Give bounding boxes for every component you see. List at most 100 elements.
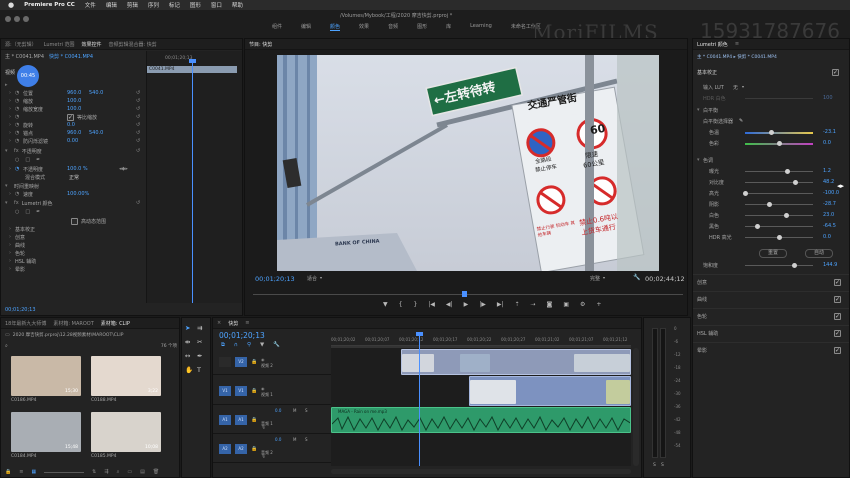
menu-item[interactable]: 帮助 (232, 1, 243, 9)
workspace-tab[interactable]: 图形 (417, 23, 427, 31)
blend-mode-select[interactable]: 正常 (69, 174, 79, 181)
reset-icon[interactable]: ↺ (136, 90, 140, 96)
ec-lumetri-item[interactable]: › 曲线 (1, 241, 146, 249)
stopwatch-icon[interactable]: ◔ (15, 90, 23, 96)
tab-menu-icon[interactable]: ≡ (735, 41, 739, 47)
close-window-icon[interactable] (5, 16, 11, 22)
lumetri-section-checkbox[interactable] (834, 313, 841, 320)
program-quality-select[interactable]: 完整 ▾ (590, 275, 605, 282)
lumetri-section-checkbox[interactable] (834, 347, 841, 354)
menu-item[interactable]: 序列 (148, 1, 159, 9)
tone-header[interactable]: ▾ 色调 (693, 156, 849, 164)
timeline-playhead-head[interactable] (416, 332, 423, 336)
ec-param-value[interactable]: 0.00 (67, 138, 89, 144)
eye-icon[interactable]: ◉ (261, 386, 265, 391)
tab-effect-controls[interactable]: Lumetri 范围 (44, 41, 75, 48)
lock-icon[interactable]: 🔒 (251, 359, 257, 365)
tone-1-value[interactable]: 48.2 (823, 179, 834, 185)
basic-correction-header[interactable]: 基本校正 (693, 68, 849, 76)
stopwatch-icon[interactable]: ◔ (15, 122, 23, 128)
delete-icon[interactable]: 🗑 (153, 469, 159, 475)
tone-4-knob[interactable] (784, 213, 790, 218)
timeline-timecode[interactable]: 00;01;20;13 (219, 331, 265, 340)
menu-item[interactable]: 文件 (85, 1, 96, 9)
lock-icon[interactable]: 🔒 (251, 417, 257, 423)
pen-mask-icon[interactable]: ✒ (36, 209, 40, 215)
tint-knob[interactable] (776, 141, 782, 146)
workspace-tab[interactable]: 编辑 (301, 23, 311, 31)
rectangle-mask-icon[interactable]: □ (25, 209, 30, 215)
hand-tool-icon[interactable]: ✋ (185, 366, 197, 374)
track-id[interactable]: V2 (235, 356, 247, 367)
tone-3-value[interactable]: -28.7 (823, 201, 836, 207)
lumetri-section-checkbox[interactable] (834, 330, 841, 337)
reset-icon[interactable]: ↺ (136, 98, 140, 104)
opacity-value[interactable]: 100.0 % (67, 166, 88, 172)
go-to-out-icon[interactable]: ▶| (497, 301, 504, 308)
uniform-scale-checkbox[interactable] (67, 113, 74, 121)
ellipse-mask-icon[interactable]: ○ (15, 209, 19, 215)
type-tool-icon[interactable]: T (197, 366, 209, 374)
track-volume[interactable]: 0.0 (275, 437, 281, 442)
hdr-white-slider[interactable] (745, 98, 813, 99)
play-icon[interactable]: ▶ (464, 301, 469, 308)
tab-lumetri-color[interactable]: Lumetri 颜色 (697, 41, 728, 48)
stopwatch-icon[interactable]: ◔ (15, 130, 23, 136)
stopwatch-icon[interactable]: ◔ (15, 138, 23, 144)
workspace-tab[interactable]: 效果 (359, 23, 369, 31)
workspace-tab[interactable]: 库 (446, 23, 451, 31)
apple-icon[interactable]: ● (8, 1, 14, 9)
tone-0-knob[interactable] (784, 169, 790, 174)
tab-effect-controls[interactable]: 源:（无剪辑） (5, 41, 37, 48)
lock-icon[interactable]: 🔒 (251, 446, 257, 452)
tone-2-value[interactable]: -100.0 (823, 190, 839, 196)
lumetri-header[interactable]: 主 * C0041.MP4 ▸ 快剪 * C0041.MP4 (697, 54, 777, 60)
track-select-tool-icon[interactable]: ⇉ (197, 324, 209, 332)
eyedropper-icon[interactable]: ✎ (739, 118, 743, 124)
program-playhead[interactable] (461, 291, 467, 297)
v2-clip[interactable] (401, 349, 631, 375)
pen-tool-icon[interactable]: ✒ (197, 352, 209, 360)
tone-3-slider[interactable] (745, 202, 813, 207)
track-target[interactable]: A2 (219, 444, 231, 454)
track-id[interactable]: A1 (235, 415, 247, 425)
hdr-white-value[interactable]: 100 (823, 95, 833, 101)
list-view-icon[interactable]: ≡ (19, 469, 23, 475)
lumetri-section-checkbox[interactable] (834, 296, 841, 303)
tone-6-value[interactable]: 0.0 (823, 234, 831, 240)
solo-button[interactable]: S (305, 408, 308, 413)
compare-icon[interactable]: ▣ (563, 301, 569, 308)
reset-icon[interactable]: ↺ (136, 200, 140, 206)
speed-value[interactable]: 100.00% (67, 191, 89, 197)
ec-playhead[interactable] (192, 61, 193, 303)
ec-lumetri-item[interactable]: › 基本校正 (1, 225, 146, 233)
temperature-slider[interactable] (745, 130, 813, 135)
saturation-slider[interactable] (745, 263, 813, 268)
ec-param-value[interactable]: 100.0 (67, 106, 89, 112)
lumetri-section-header[interactable]: 曲线 (693, 291, 849, 307)
temperature-knob[interactable] (768, 130, 774, 135)
settings-icon[interactable]: ⚙ (580, 301, 585, 308)
project-item[interactable]: 15;30 C0186.MP4 (11, 356, 81, 406)
lock-icon[interactable]: 🔒 (5, 469, 11, 475)
add-icon[interactable]: + (596, 301, 601, 308)
slip-tool-icon[interactable]: ↔ (185, 352, 197, 360)
workspace-tab[interactable]: Learning (470, 23, 492, 31)
project-item[interactable]: 15;48 C0184.MP4 (11, 412, 81, 462)
ec-lumetri-header[interactable]: ▾ fx Lumetri 颜色 ↺ (1, 199, 146, 207)
reset-icon[interactable]: ↺ (136, 130, 140, 136)
tab-project-bin[interactable]: 18年最新九大师傅 (5, 320, 46, 327)
lift-icon[interactable]: ⇡ (514, 301, 519, 308)
reset-icon[interactable]: ↺ (136, 122, 140, 128)
tone-0-value[interactable]: 1.2 (823, 168, 831, 174)
program-scrub-bar[interactable] (253, 291, 683, 297)
project-item[interactable]: 3;22 C0188.MP4 (91, 356, 161, 406)
tint-value[interactable]: 0.0 (823, 140, 831, 146)
ec-param-value[interactable]: 960.0 (67, 130, 89, 136)
workspace-tab[interactable]: 颜色 (330, 23, 341, 31)
ec-playhead-head[interactable] (189, 59, 196, 63)
menu-item[interactable]: 剪辑 (127, 1, 138, 9)
stopwatch-icon[interactable]: ◔ (15, 191, 23, 197)
timeline-scrollbar-v[interactable] (633, 348, 639, 466)
tab-program[interactable]: 节目: 快剪 (249, 41, 272, 48)
